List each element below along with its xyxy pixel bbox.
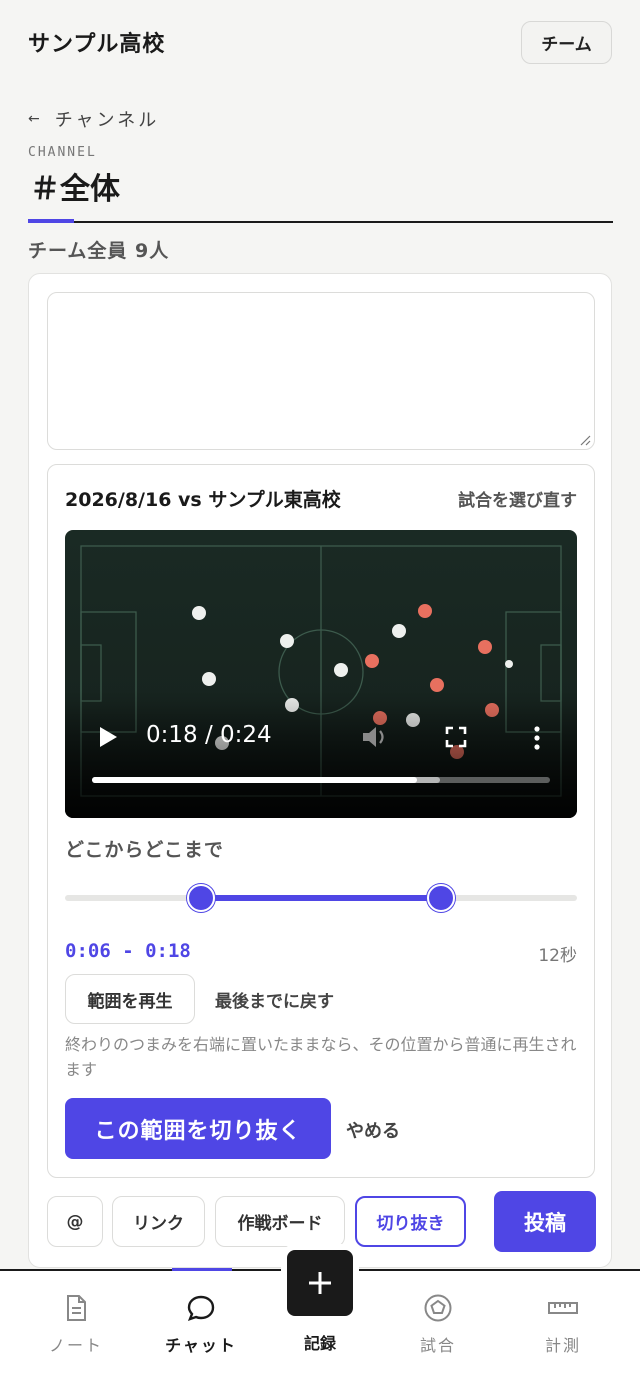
reselect-match-link[interactable]: 試合を選び直す bbox=[458, 486, 577, 511]
mention-button[interactable]: @ bbox=[47, 1196, 103, 1247]
member-count: チーム全員 9人 bbox=[28, 240, 170, 262]
tactics-board-button[interactable]: 作戦ボード bbox=[215, 1196, 345, 1247]
app-header: サンプル高校 チーム bbox=[0, 0, 640, 90]
more-options-icon[interactable] bbox=[533, 726, 541, 750]
video-time-display: 0:18 / 0:24 bbox=[146, 722, 272, 748]
range-label: どこからどこまで bbox=[65, 839, 224, 861]
back-link-label: チャンネル bbox=[54, 110, 160, 131]
clip-button[interactable]: 切り抜き bbox=[355, 1196, 466, 1247]
team-button[interactable]: チーム bbox=[521, 21, 612, 64]
back-to-channels-link[interactable]: ← チャンネル bbox=[28, 106, 159, 132]
video-player[interactable]: 0:18 / 0:24 bbox=[65, 530, 577, 818]
nav-label-match: 試合 bbox=[419, 1336, 456, 1355]
nav-label-record: 記録 bbox=[303, 1334, 336, 1353]
post-button[interactable]: 投稿 bbox=[494, 1191, 596, 1252]
message-composer: 2026/8/16 vs サンプル東高校 試合を選び直す 0:18 / 0:24… bbox=[28, 273, 612, 1268]
nav-label-note: ノート bbox=[48, 1336, 103, 1355]
channel-label: CHANNEL bbox=[28, 145, 97, 160]
channel-name: ＃全体 bbox=[30, 172, 120, 207]
resize-handle-icon[interactable] bbox=[579, 434, 591, 446]
nav-item-note[interactable]: ノート bbox=[16, 1271, 136, 1381]
video-progress-bar[interactable] bbox=[92, 777, 550, 783]
plus-icon bbox=[309, 1272, 331, 1294]
back-arrow-icon: ← bbox=[28, 111, 43, 127]
tab-divider bbox=[28, 221, 613, 223]
range-end-thumb[interactable] bbox=[427, 884, 456, 912]
range-duration: 12秒 bbox=[538, 946, 577, 966]
app-title: サンプル高校 bbox=[28, 32, 166, 57]
pentagon-icon bbox=[424, 1294, 452, 1322]
fullscreen-icon[interactable] bbox=[445, 726, 467, 748]
cut-range-button[interactable]: この範囲を切り抜く bbox=[65, 1098, 331, 1159]
volume-icon[interactable] bbox=[361, 723, 391, 751]
range-hint-text: 終わりのつまみを右端に置いたままなら、その位置から普通に再生されます bbox=[65, 1035, 577, 1079]
chat-icon bbox=[187, 1295, 215, 1321]
nav-item-measure[interactable]: 計測 bbox=[503, 1271, 623, 1381]
play-range-button[interactable]: 範囲を再生 bbox=[65, 974, 195, 1024]
reset-end-button[interactable]: 最後までに戻す bbox=[215, 987, 334, 1012]
match-title: 2026/8/16 vs サンプル東高校 bbox=[65, 489, 341, 511]
tab-active-indicator bbox=[28, 219, 74, 223]
note-icon bbox=[67, 1295, 86, 1321]
range-start-thumb[interactable] bbox=[186, 884, 215, 912]
video-progress-fill bbox=[92, 777, 418, 783]
nav-label-chat: チャット bbox=[165, 1336, 237, 1355]
pitch-graphic bbox=[65, 545, 577, 818]
clip-editor-card: 2026/8/16 vs サンプル東高校 試合を選び直す 0:18 / 0:24… bbox=[47, 464, 595, 1178]
nav-label-measure: 計測 bbox=[544, 1336, 581, 1355]
play-icon[interactable] bbox=[97, 726, 119, 748]
nav-item-chat[interactable]: チャット bbox=[141, 1271, 261, 1381]
link-button[interactable]: リンク bbox=[112, 1196, 205, 1247]
ruler-icon bbox=[548, 1302, 578, 1314]
range-selection bbox=[200, 895, 442, 901]
cancel-button[interactable]: やめる bbox=[346, 1117, 400, 1143]
nav-item-match[interactable]: 試合 bbox=[378, 1271, 498, 1381]
record-fab-button[interactable] bbox=[287, 1250, 353, 1316]
range-slider[interactable] bbox=[65, 883, 577, 913]
message-textarea[interactable] bbox=[47, 292, 595, 450]
range-time-text: 0:06 - 0:18 bbox=[65, 940, 191, 962]
